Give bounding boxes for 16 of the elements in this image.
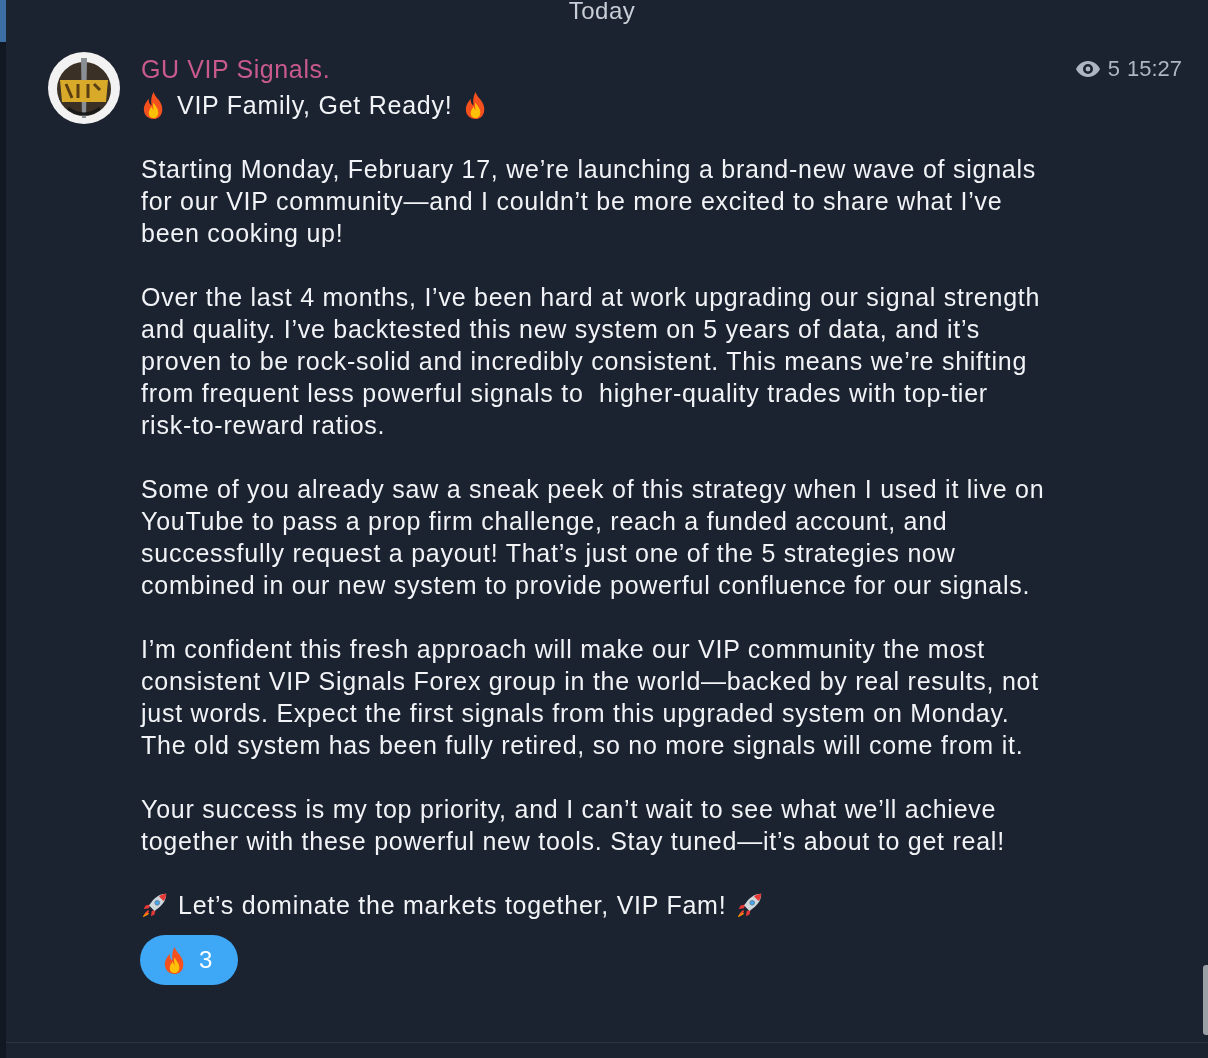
date-header: Today [568, 0, 636, 24]
eye-icon [1075, 61, 1100, 77]
message-paragraph: Some of you already saw a sneak peek of this strategy when I used it live on YouTube to pass a prop firm challenge, reach a funded account, and successfully request a payout! That’s just one of the 5 strategies now combined in our new system to provide powerful confluence for our signals. [141, 474, 1046, 601]
sender-name[interactable]: GU VIP Signals. [141, 53, 331, 85]
message-paragraph: I’m confident this fresh approach will make our VIP community the most consistent VIP Signals Forex group in the world—backed by real results, not just words. Expect the first signals from this upgraded system on Monday. The old system has been fully retired, so no more signals will come from it. [141, 634, 1040, 761]
view-count: 5 [1107, 55, 1120, 83]
reaction-chip[interactable]: 3 [140, 935, 239, 985]
closing-line: Let’s dominate the markets together, VIP Fam! [178, 890, 727, 921]
avatar-picture[interactable] [48, 52, 120, 124]
message-paragraph: Your success is my top priority, and I can’t wait to see what we’ll achieve together with these powerful new tools. Stay tuned—it’s about to get real! [141, 794, 1006, 857]
message-paragraph: Starting Monday, February 17, we’re launching a brand-new wave of signals for our VIP community—and I couldn’t be more excited to share what I’ve been cooking up! [141, 154, 1038, 249]
message-paragraph: Over the last 4 months, I’ve been hard at work upgrading our signal strength and quality. I’ve backtested this new system on 5 years of data, and it’s proven to be rock-solid and incredibly consistent. This means we’re shifting from frequent less powerful signals to higher-quality trades with top-tier risk-to-reward ratios. [141, 282, 1042, 441]
message-time: 15:27 [1126, 55, 1182, 83]
selection-indicator [0, 0, 6, 42]
scrollbar-thumb[interactable] [1203, 965, 1208, 1035]
message-heading: VIP Family, Get Ready! [177, 90, 453, 121]
